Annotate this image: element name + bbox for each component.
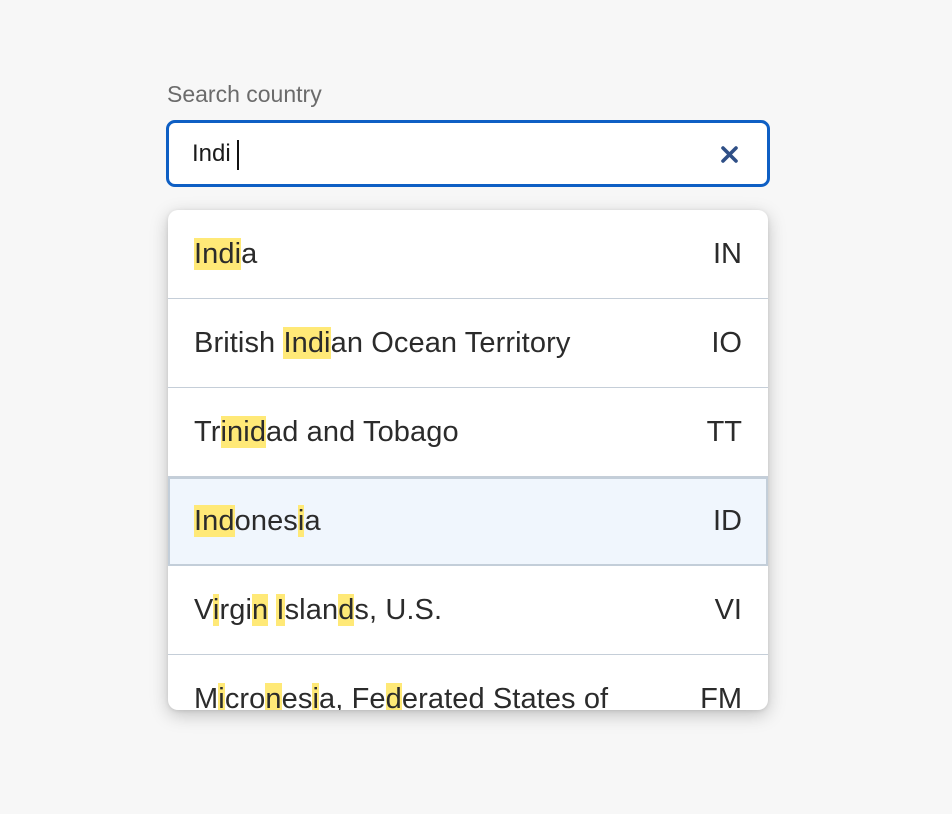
country-name: Trinidad and Tobago (194, 415, 459, 449)
country-code: FM (700, 682, 742, 711)
name-text: s, U.S. (354, 593, 443, 626)
search-field[interactable] (166, 120, 770, 187)
name-text: cro (224, 682, 266, 711)
country-code: ID (713, 504, 742, 537)
match-highlight: Ind (194, 504, 235, 537)
clear-search-button[interactable] (717, 142, 741, 166)
name-text: slan (284, 593, 339, 626)
country-name: India (194, 237, 258, 271)
name-text: es (281, 682, 313, 711)
match-highlight: inid (220, 415, 267, 448)
name-text: rgi (219, 593, 252, 626)
match-highlight: d (385, 682, 402, 710)
country-option[interactable]: Trinidad and Tobago TT (168, 388, 768, 477)
country-dropdown-list[interactable]: India IN British Indian Ocean Territory IO T… (168, 210, 768, 710)
name-text: erated States of (401, 682, 609, 711)
close-icon (720, 145, 738, 163)
country-option[interactable]: Virgin Islands, U.S. VI (168, 566, 768, 655)
search-input[interactable] (192, 123, 692, 184)
match-highlight: d (338, 593, 355, 626)
name-text: a (241, 237, 258, 270)
match-highlight: n (265, 682, 282, 710)
country-option[interactable]: Indonesia ID (168, 477, 768, 566)
country-name: Virgin Islands, U.S. (194, 593, 443, 627)
name-text: Tr (194, 415, 221, 448)
name-text: a, Fe (319, 682, 386, 711)
country-name: Micronesia, Federated States of (194, 682, 609, 711)
country-name: British Indian Ocean Territory (194, 326, 571, 360)
country-option[interactable]: British Indian Ocean Territory IO (168, 299, 768, 388)
name-text: a (304, 504, 321, 537)
name-text: ones (234, 504, 298, 537)
name-text: M (194, 682, 219, 711)
search-label: Search country (167, 81, 322, 107)
name-text: ad and Tobago (266, 415, 459, 448)
text-caret (237, 140, 239, 170)
country-option[interactable]: India IN (168, 210, 768, 299)
match-highlight: Indi (194, 237, 242, 270)
country-code: TT (706, 415, 742, 448)
name-text: V (194, 593, 213, 626)
match-highlight: n (252, 593, 269, 626)
country-code: VI (714, 593, 742, 626)
match-highlight: I (276, 593, 285, 626)
match-highlight: Indi (283, 326, 331, 359)
name-text: British (194, 326, 284, 359)
country-name: Indonesia (194, 504, 321, 538)
country-code: IO (711, 326, 742, 359)
country-option[interactable]: Micronesia, Federated States of FM (168, 655, 768, 710)
country-code: IN (713, 237, 742, 270)
name-text: an Ocean Territory (330, 326, 571, 359)
